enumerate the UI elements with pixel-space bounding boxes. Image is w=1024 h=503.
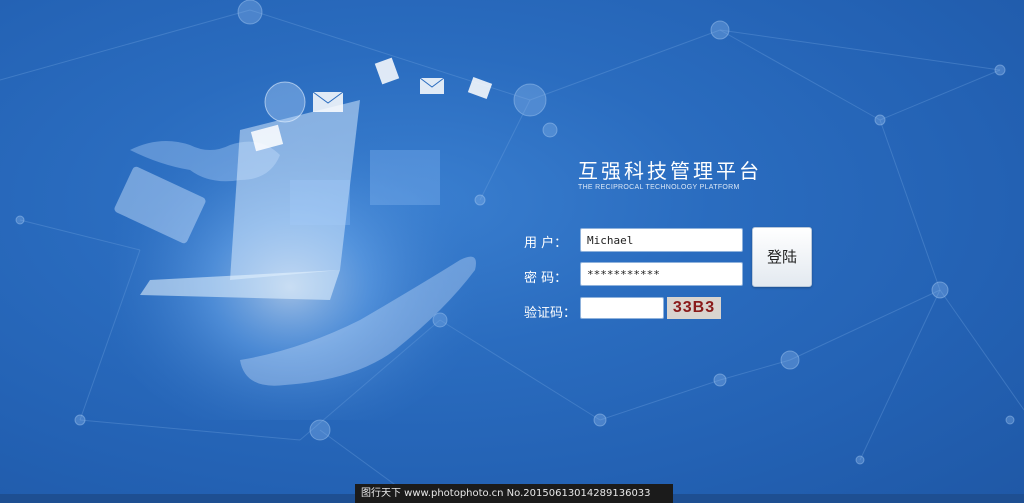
- captcha-label: 验证码：: [524, 306, 577, 321]
- username-input[interactable]: [580, 228, 743, 252]
- captcha-image[interactable]: 33B3: [667, 297, 721, 319]
- brand-title: 互强科技管理平台: [578, 159, 762, 183]
- watermark-footer: 图行天下 www.photophoto.cn No.20150613014289…: [355, 484, 673, 503]
- hero-illustration: [110, 57, 493, 420]
- username-label: 用 户：: [524, 236, 568, 251]
- password-label: 密 码：: [524, 271, 568, 286]
- password-input[interactable]: [580, 262, 743, 286]
- brand-block: 互强科技管理平台 THE RECIPROCAL TECHNOLOGY PLATF…: [578, 158, 762, 191]
- login-button[interactable]: 登陆: [752, 227, 812, 287]
- brand-subtitle: THE RECIPROCAL TECHNOLOGY PLATFORM: [578, 184, 740, 191]
- captcha-input[interactable]: [580, 297, 664, 319]
